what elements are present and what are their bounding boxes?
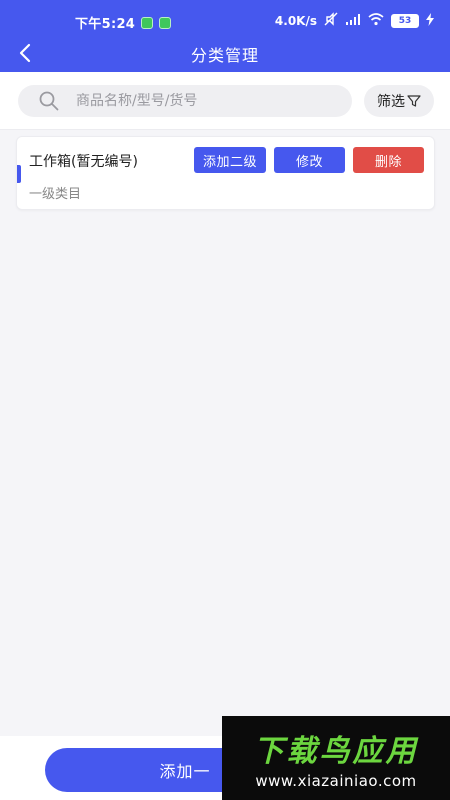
page-title: 分类管理 [190, 46, 259, 65]
watermark-overlay: 下载鸟应用 www.xiazainiao.com [222, 716, 450, 800]
battery-level: 53 [398, 15, 412, 26]
status-left: 下午5:24 [75, 13, 172, 32]
network-speed: 4.0K/s [274, 13, 317, 28]
filter-label: 筛选 [377, 94, 405, 110]
category-level: 一级类目 [29, 187, 82, 202]
notification-app-icon [141, 16, 154, 29]
add-subcategory-button[interactable]: 添加二级 [194, 147, 266, 173]
status-bar: 下午5:24 4.0K/s 53 [0, 0, 450, 40]
edit-button[interactable]: 修改 [274, 147, 345, 173]
search-box[interactable] [18, 85, 352, 117]
status-time: 下午5:24 [75, 17, 136, 32]
mute-icon [324, 12, 338, 29]
search-input[interactable] [76, 93, 326, 109]
charging-icon [426, 12, 434, 29]
search-row: 筛选 [0, 72, 450, 130]
search-icon [39, 91, 59, 111]
delete-button[interactable]: 删除 [353, 147, 424, 173]
nav-bar: 分类管理 [0, 36, 450, 70]
notification-app-icon [159, 16, 172, 29]
filter-button[interactable]: 筛选 [364, 85, 434, 117]
battery-icon: 53 [391, 13, 419, 28]
watermark-title: 下载鸟应用 [253, 734, 419, 769]
card-accent-bar [17, 165, 21, 183]
signal-icon [345, 13, 361, 29]
category-name: 工作箱(暂无编号) [29, 154, 138, 170]
status-right: 4.0K/s 53 [275, 12, 434, 29]
watermark-url: www.xiazainiao.com [255, 772, 417, 790]
app-header: 下午5:24 4.0K/s 53 分类管理 [0, 0, 450, 72]
wifi-icon [368, 12, 384, 29]
category-card: 工作箱(暂无编号) 一级类目 添加二级 修改 删除 [16, 136, 435, 210]
filter-funnel-icon [407, 95, 421, 107]
